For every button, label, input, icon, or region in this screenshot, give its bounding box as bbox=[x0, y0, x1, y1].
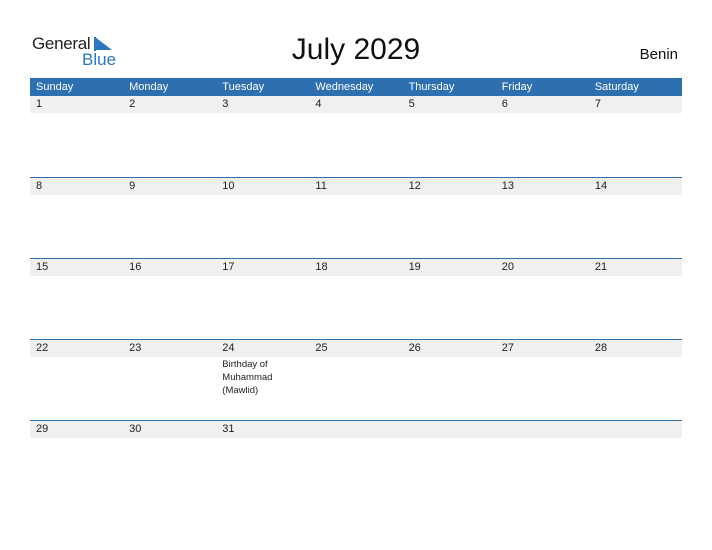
holiday-event: Birthday of Muhammad (Mawlid) bbox=[222, 359, 273, 396]
empty-day-cell bbox=[588, 421, 682, 501]
weekday-header-tuesday: Tuesday bbox=[222, 81, 265, 93]
day-cell[interactable]: 13 bbox=[495, 178, 589, 258]
day-cell[interactable]: 30 bbox=[123, 421, 217, 501]
day-number: 2 bbox=[123, 96, 217, 113]
day-cell[interactable]: 12 bbox=[402, 178, 496, 258]
day-number: 27 bbox=[495, 340, 589, 357]
day-number: 1 bbox=[30, 96, 124, 113]
day-number: 10 bbox=[216, 178, 310, 195]
day-cell[interactable]: 6 bbox=[495, 96, 589, 177]
day-cell[interactable]: 5 bbox=[402, 96, 496, 177]
day-cell[interactable]: 29 bbox=[30, 421, 124, 501]
day-number bbox=[588, 421, 682, 438]
day-cell[interactable]: 19 bbox=[402, 259, 496, 339]
day-number: 20 bbox=[495, 259, 589, 276]
day-cell[interactable]: 28 bbox=[588, 340, 682, 420]
day-cell[interactable]: 11 bbox=[309, 178, 403, 258]
day-cell[interactable]: 4 bbox=[309, 96, 403, 177]
week-days: 8 9 10 11 12 13 14 bbox=[30, 178, 682, 258]
day-number: 3 bbox=[216, 96, 310, 113]
week-row: 15 16 17 18 19 20 21 bbox=[30, 258, 682, 339]
week-days: 1234567 bbox=[30, 96, 682, 177]
day-cell[interactable]: 23 bbox=[123, 340, 217, 420]
day-cell[interactable]: 21 bbox=[588, 259, 682, 339]
day-number: 7 bbox=[588, 96, 682, 113]
empty-day-cell bbox=[402, 421, 496, 501]
calendar-grid: Sunday Monday Tuesday Wednesday Thursday Frid… bbox=[30, 78, 682, 501]
day-cell[interactable]: 25 bbox=[309, 340, 403, 420]
day-cell[interactable]: 2 bbox=[123, 96, 217, 177]
day-number: 26 bbox=[402, 340, 496, 357]
day-number: 17 bbox=[216, 259, 310, 276]
day-cell[interactable]: 24 Birthday of Muhammad (Mawlid) bbox=[216, 340, 310, 420]
day-number: 8 bbox=[30, 178, 124, 195]
day-cell[interactable]: 17 bbox=[216, 259, 310, 339]
weekday-header-sunday: Sunday bbox=[36, 81, 74, 93]
day-number: 31 bbox=[216, 421, 310, 438]
day-number: 19 bbox=[402, 259, 496, 276]
day-cell[interactable]: 15 bbox=[30, 259, 124, 339]
day-number: 25 bbox=[309, 340, 403, 357]
day-number: 5 bbox=[402, 96, 496, 113]
day-number: 22 bbox=[30, 340, 124, 357]
week-days: 22 23 24 Birthday of Muhammad (Mawlid) 25 26 2… bbox=[30, 340, 682, 420]
day-cell[interactable]: 18 bbox=[309, 259, 403, 339]
day-cell[interactable]: 20 bbox=[495, 259, 589, 339]
day-number: 28 bbox=[588, 340, 682, 357]
day-number: 15 bbox=[30, 259, 124, 276]
day-number: 30 bbox=[123, 421, 217, 438]
weekday-header-thursday: Thursday bbox=[408, 81, 455, 93]
day-number bbox=[402, 421, 496, 438]
weekday-header-row: Sunday Monday Tuesday Wednesday Thursday Frid… bbox=[30, 78, 682, 96]
day-number: 11 bbox=[309, 178, 403, 195]
country-label: Benin bbox=[639, 46, 678, 63]
week-row: 1234567 bbox=[30, 96, 682, 177]
day-number bbox=[309, 421, 403, 438]
day-cell[interactable]: 22 bbox=[30, 340, 124, 420]
weekday-header-monday: Monday bbox=[129, 81, 169, 93]
day-cell[interactable]: 10 bbox=[216, 178, 310, 258]
day-number bbox=[495, 421, 589, 438]
day-cell[interactable]: 16 bbox=[123, 259, 217, 339]
day-number: 14 bbox=[588, 178, 682, 195]
day-cell[interactable]: 3 bbox=[216, 96, 310, 177]
weekday-header-saturday: Saturday bbox=[594, 81, 639, 93]
day-number: 24 bbox=[216, 340, 310, 357]
day-number: 9 bbox=[123, 178, 217, 195]
week-row: 8 9 10 11 12 13 14 bbox=[30, 177, 682, 258]
calendar-title: July 2029 bbox=[291, 33, 421, 66]
day-number: 23 bbox=[123, 340, 217, 357]
day-number: 4 bbox=[309, 96, 403, 113]
empty-day-cell bbox=[309, 421, 403, 501]
week-row: 22 23 24 Birthday of Muhammad (Mawlid) 25 26 2… bbox=[30, 339, 682, 420]
weeks-container: 1 2 3 4 5 6 7 8 9 10 11 12 13 14 15 16 17 18 19 20 21 22 23 24 B… bbox=[30, 96, 682, 501]
day-cell[interactable]: 8 bbox=[30, 178, 124, 258]
weekday-header-wednesday: Wednesday bbox=[315, 81, 374, 93]
day-number: 12 bbox=[402, 178, 496, 195]
day-cell[interactable]: 7 bbox=[588, 96, 682, 177]
empty-day-cell bbox=[495, 421, 589, 501]
day-cell[interactable]: 14 bbox=[588, 178, 682, 258]
day-number: 13 bbox=[495, 178, 589, 195]
day-cell[interactable]: 1 bbox=[30, 96, 124, 177]
day-cell[interactable]: 31 bbox=[216, 421, 310, 501]
week-days: 15 16 17 18 19 20 21 bbox=[30, 259, 682, 339]
week-row: 29 30 31 bbox=[30, 420, 682, 501]
day-number: 18 bbox=[309, 259, 403, 276]
day-cell[interactable]: 26 bbox=[402, 340, 496, 420]
day-cell[interactable]: 27 bbox=[495, 340, 589, 420]
weekday-header-friday: Friday bbox=[501, 81, 533, 93]
day-number: 16 bbox=[123, 259, 217, 276]
day-cell[interactable]: 9 bbox=[123, 178, 217, 258]
day-number: 29 bbox=[30, 421, 124, 438]
day-number: 21 bbox=[588, 259, 682, 276]
day-number: 6 bbox=[495, 96, 589, 113]
week-days: 29 30 31 bbox=[30, 421, 682, 501]
